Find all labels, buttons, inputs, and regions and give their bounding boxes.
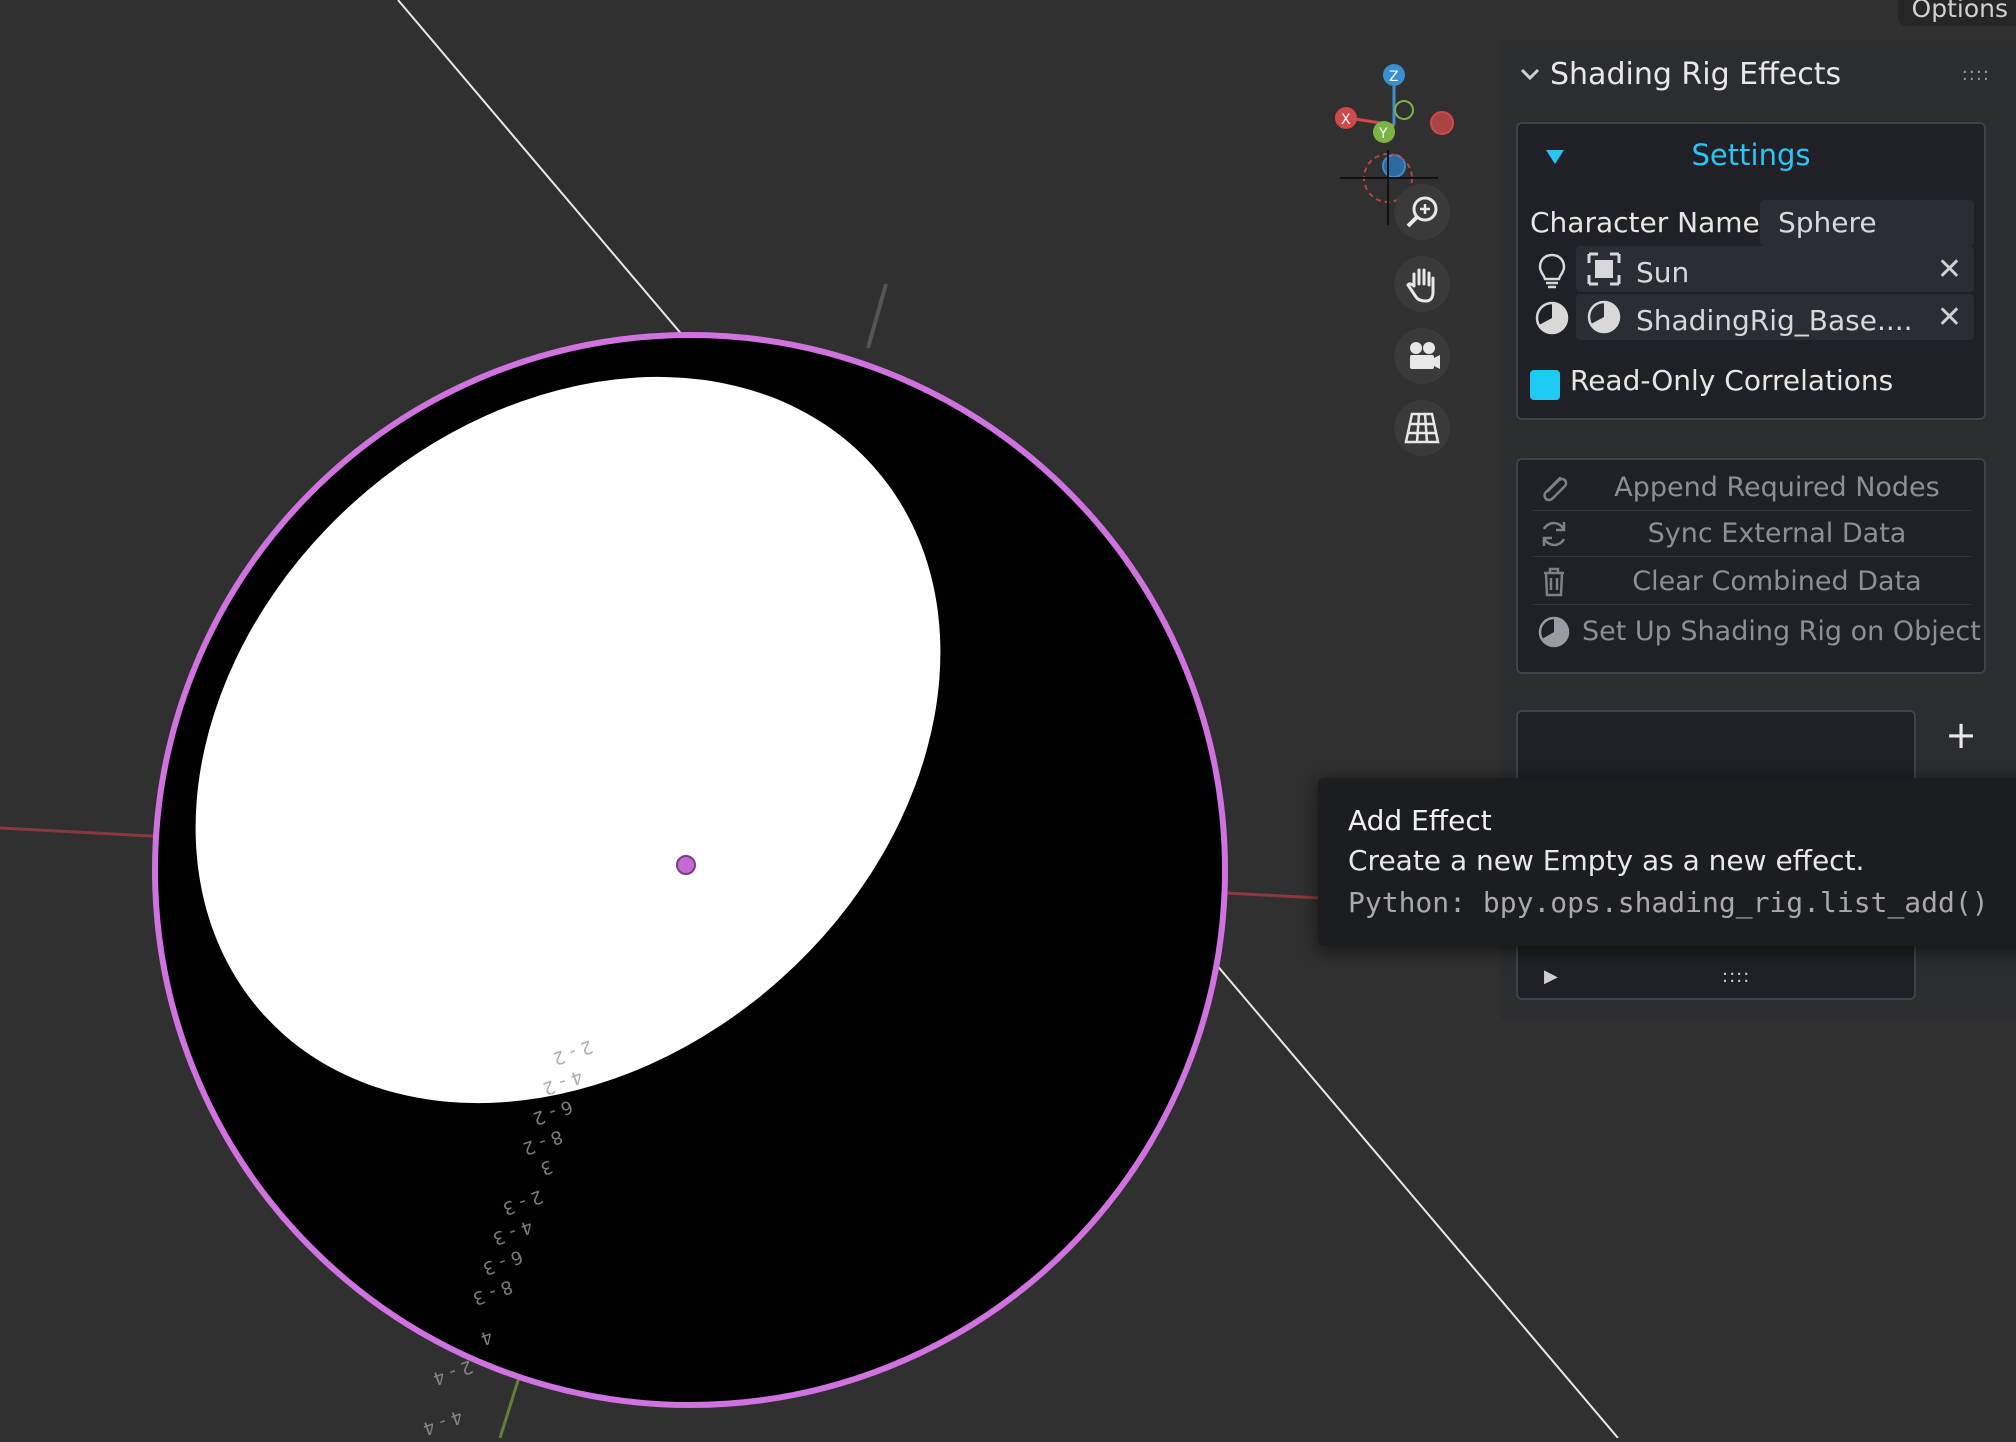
- shading-icon: [1538, 616, 1570, 648]
- list-expand-toggle[interactable]: ▶: [1544, 966, 1558, 987]
- grid-icon: [1404, 412, 1440, 444]
- operator-label: Sync External Data: [1647, 518, 1907, 549]
- pan-button[interactable]: [1394, 256, 1450, 312]
- zoom-button[interactable]: [1394, 184, 1450, 240]
- tooltip: Add Effect Create a new Empty as a new e…: [1318, 778, 2016, 946]
- svg-text:Y: Y: [1378, 126, 1388, 142]
- material-sphere-icon: [1587, 300, 1621, 334]
- paperclip-icon: [1543, 476, 1568, 502]
- tooltip-title: Add Effect: [1348, 804, 1492, 837]
- read-only-correlations-checkbox[interactable]: [1530, 370, 1560, 400]
- object-icon: [1587, 252, 1621, 286]
- set-up-shading-rig-button[interactable]: Set Up Shading Rig on Object: [1532, 610, 1981, 654]
- clear-combined-data-button[interactable]: Clear Combined Data: [1532, 560, 1972, 605]
- hand-icon: [1406, 268, 1435, 303]
- read-only-correlations-label: Read-Only Correlations: [1570, 364, 1894, 397]
- operator-label: Set Up Shading Rig on Object: [1582, 616, 1981, 647]
- options-label: Options: [1911, 0, 2008, 23]
- settings-subpanel-header[interactable]: Settings: [1518, 124, 1984, 192]
- panel-title: Shading Rig Effects: [1550, 57, 1842, 92]
- trash-icon: [1544, 567, 1564, 597]
- append-required-nodes-button[interactable]: Append Required Nodes: [1532, 466, 1972, 511]
- clear-material-button[interactable]: ✕: [1937, 300, 1962, 335]
- svg-text:4 - 4: 4 - 4: [420, 1405, 466, 1438]
- character-name-field[interactable]: Sphere: [1760, 200, 1974, 246]
- character-name-value: Sphere: [1778, 206, 1877, 239]
- material-field[interactable]: ShadingRig_Base.... ✕: [1576, 294, 1974, 340]
- character-name-label: Character Name: [1530, 206, 1760, 239]
- clear-light-button[interactable]: ✕: [1937, 252, 1962, 287]
- settings-title: Settings: [1691, 138, 1811, 172]
- tooltip-python: Python: bpy.ops.shading_rig.list_add(): [1348, 886, 1989, 919]
- svg-text:Z: Z: [1389, 69, 1399, 85]
- settings-box: Settings Character Name Sphere Sun ✕ Sha…: [1516, 122, 1986, 420]
- panel-drag-handle[interactable]: ::::: [1962, 64, 1990, 85]
- material-icon: [1535, 301, 1569, 335]
- operator-label: Clear Combined Data: [1632, 566, 1922, 597]
- camera-icon: [1410, 342, 1440, 369]
- options-menu-button[interactable]: Options: [1897, 0, 2016, 26]
- refresh-icon: [1542, 521, 1566, 547]
- camera-view-button[interactable]: [1394, 328, 1450, 384]
- add-effect-button[interactable]: +: [1936, 710, 1986, 760]
- light-object-value: Sun: [1636, 256, 1690, 289]
- list-resize-handle[interactable]: ::::: [1722, 966, 1750, 987]
- chevron-down-icon: [1520, 68, 1540, 81]
- perspective-toggle-button[interactable]: [1394, 400, 1450, 456]
- material-value: ShadingRig_Base....: [1636, 304, 1913, 337]
- light-bulb-icon: [1538, 253, 1566, 289]
- light-object-field[interactable]: Sun ✕: [1576, 246, 1974, 292]
- tooltip-description: Create a new Empty as a new effect.: [1348, 844, 1865, 877]
- panel-header[interactable]: Shading Rig Effects ::::: [1510, 54, 2000, 96]
- operator-label: Append Required Nodes: [1614, 472, 1940, 503]
- object-origin: [676, 855, 696, 875]
- svg-text:X: X: [1341, 112, 1351, 128]
- sync-external-data-button[interactable]: Sync External Data: [1532, 512, 1972, 557]
- operators-box: Append Required Nodes Sync External Data…: [1516, 458, 1986, 674]
- zoom-icon: [1406, 196, 1438, 228]
- svg-text:2 - 4: 2 - 4: [430, 1355, 476, 1389]
